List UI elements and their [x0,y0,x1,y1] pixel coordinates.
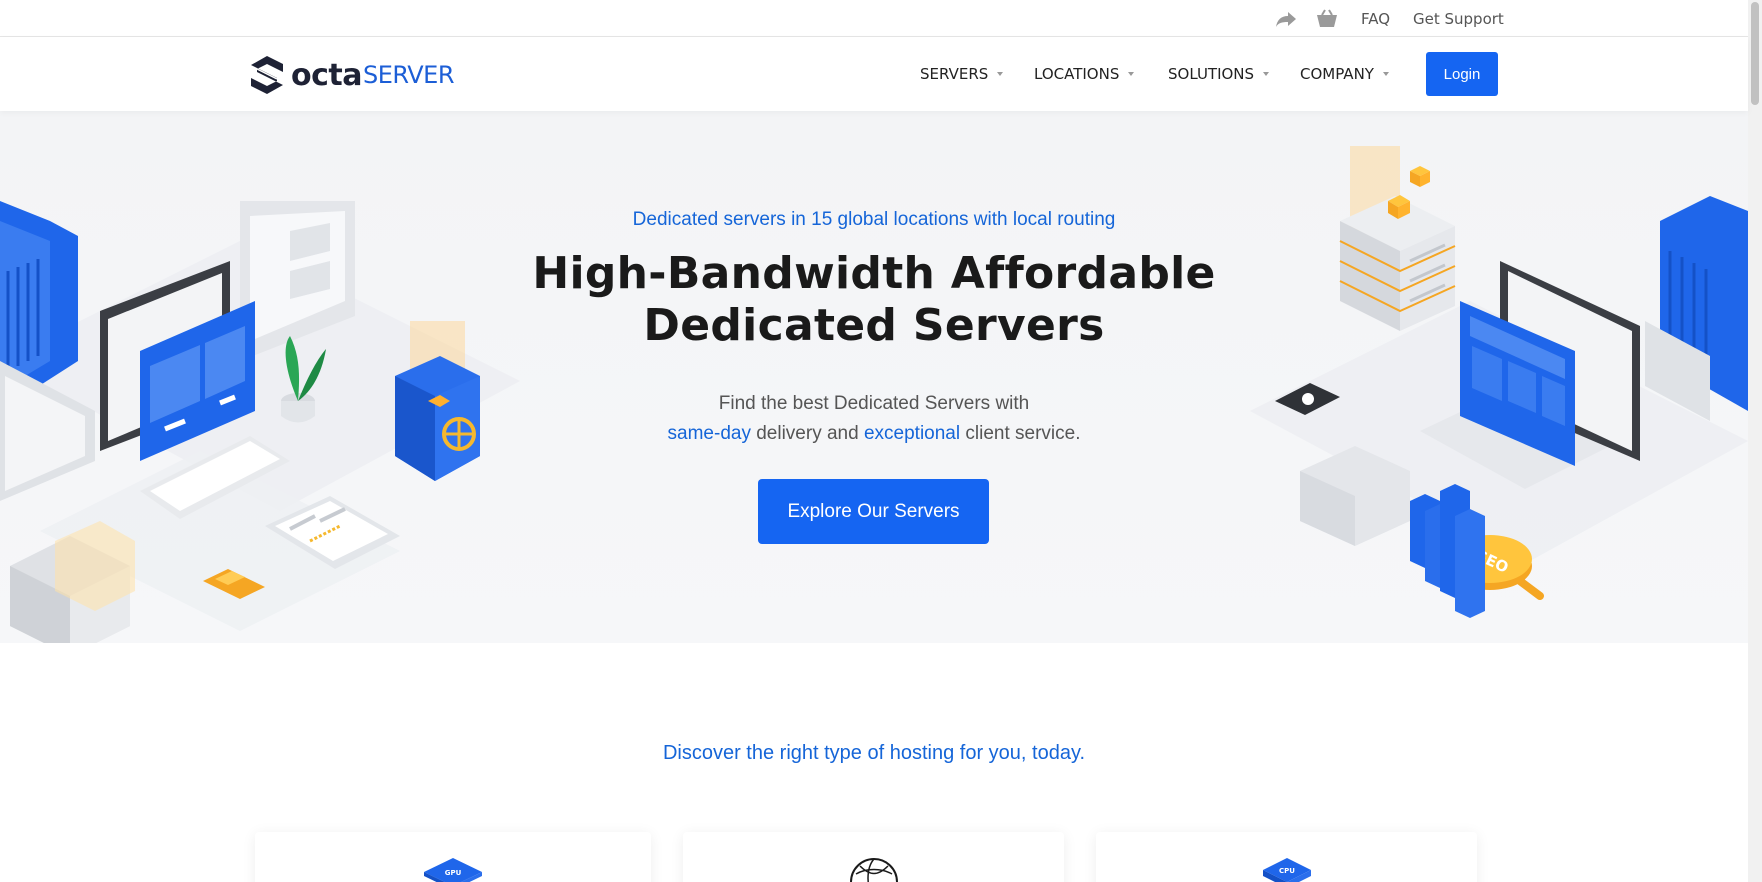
globe-outline-icon [849,858,898,882]
hero-subtitle: Find the best Dedicated Servers with sam… [0,389,1748,449]
hero-title-line2: Dedicated Servers [643,300,1105,351]
logo-wordmark-accent: SERVER [362,61,455,89]
hosting-card-1[interactable]: GPU [255,832,651,882]
server-chip-icon-label: GPU [445,869,462,877]
explore-servers-button[interactable]: Explore Our Servers [758,479,989,544]
chevron-down-icon [1263,72,1270,76]
hosting-card-2[interactable] [683,832,1064,882]
nav-solutions[interactable]: SOLUTIONS [1168,37,1270,111]
login-button[interactable]: Login [1426,52,1498,96]
share-link[interactable] [1275,0,1297,37]
hosting-card-3[interactable]: CPU [1096,832,1477,882]
hero-subtitle-mid: delivery and [750,423,864,444]
nav-company[interactable]: COMPANY [1300,37,1389,111]
page-scrollbar[interactable] [1748,0,1762,882]
chevron-down-icon [1128,72,1135,76]
nav-servers[interactable]: SERVERS [920,37,1004,111]
hero-subtitle-end: client service. [960,423,1081,444]
octaserver-logo[interactable]: octa SERVER [249,54,455,96]
get-support-link[interactable]: Get Support [1413,0,1504,37]
hero-left-illustration [0,201,520,643]
scrollbar-thumb[interactable] [1751,2,1759,105]
basket-icon [1317,8,1337,27]
chevron-down-icon [1382,72,1389,76]
cpu-chip-icon: CPU [1262,858,1311,882]
main-navigation: octa SERVER SERVERS LOCATIONS SOLUTIONS … [0,37,1748,111]
chevron-down-icon [997,72,1004,76]
hero-section: SEO Dedicated servers in 15 global locat… [0,111,1748,643]
hero-subtitle-line1: Find the best Dedicated Servers with [718,393,1030,414]
hero-highlight-same-day: same-day [667,423,751,444]
basket-link[interactable] [1316,0,1338,37]
logo-wordmark-main: octa [291,57,362,93]
nav-solutions-label: SOLUTIONS [1168,65,1255,83]
hero-title-line1: High-Bandwidth Affordable [532,248,1216,299]
nav-locations[interactable]: LOCATIONS [1034,37,1135,111]
share-arrow-icon [1276,11,1296,27]
nav-company-label: COMPANY [1300,65,1374,83]
nav-servers-label: SERVERS [920,65,989,83]
hero-title: High-Bandwidth Affordable Dedicated Serv… [474,248,1274,352]
server-chip-icon: GPU [424,858,482,882]
faq-link[interactable]: FAQ [1361,0,1390,37]
nav-locations-label: LOCATIONS [1034,65,1120,83]
cpu-chip-icon-label: CPU [1279,867,1295,875]
top-utility-bar: FAQ Get Support [0,0,1748,37]
hero-highlight-exceptional: exceptional [863,423,961,444]
discover-heading: Discover the right type of hosting for y… [662,742,1086,764]
hero-right-illustration: SEO [1250,146,1748,618]
hero-eyebrow: Dedicated servers in 15 global locations… [632,209,1116,230]
octaserver-logo-icon [251,56,283,94]
